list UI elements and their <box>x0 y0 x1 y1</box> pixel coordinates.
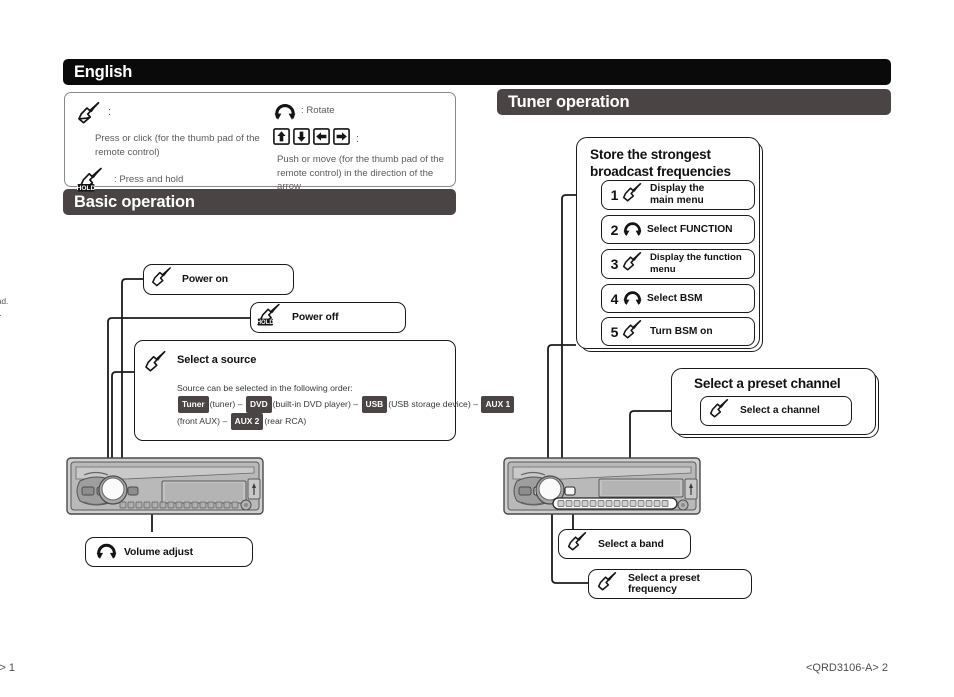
rotate-dial-icon <box>273 99 297 126</box>
hand-press-icon <box>709 398 733 424</box>
arrow-up-icon <box>273 128 290 150</box>
callout-power-on[interactable]: Power on <box>143 264 294 295</box>
step-5-number: 5 <box>610 323 619 340</box>
callout-select-preset-frequency-label: Select a preset frequency <box>628 573 700 595</box>
hand-press-icon <box>567 531 591 557</box>
group-title-bsm-line1: Store the strongest <box>590 147 711 162</box>
source-dash-4: – <box>222 415 228 426</box>
step-row-3[interactable]: 3 Display the function menu <box>601 249 755 279</box>
margin-note-clipped: nidad. OM. <box>0 296 46 320</box>
group-title-preset-channel: Select a preset channel <box>694 376 841 391</box>
legend-box: : Press or click (for the thumb pad of t… <box>64 92 456 192</box>
section-header-english: English <box>63 59 891 85</box>
hand-press-hold-icon: HOLD <box>257 303 288 332</box>
margin-note-line1: nidad. <box>0 297 9 306</box>
source-order-body: Source can be selected in the following … <box>177 381 529 430</box>
legend-rotate-text: : Rotate <box>301 105 335 116</box>
hand-press-icon <box>77 101 105 130</box>
legend-press-text: Press or click (for the thumb pad of the… <box>95 133 260 158</box>
source-desc-tuner: (tuner) <box>209 398 236 409</box>
step-row-5[interactable]: 5 Turn BSM on <box>601 317 755 346</box>
arrow-right-icon <box>333 128 350 150</box>
source-dash-2: – <box>353 398 359 409</box>
rotate-dial-icon <box>622 287 643 311</box>
legend-column-left: : Press or click (for the thumb pad of t… <box>77 101 262 198</box>
chip-aux2: AUX 2 <box>230 412 264 430</box>
hand-press-icon <box>144 350 171 378</box>
step-5-label: Turn BSM on <box>650 325 713 337</box>
svg-text:HOLD: HOLD <box>257 320 274 326</box>
legend-arrows-colon: : <box>356 132 360 145</box>
step-4-label: Select BSM <box>647 292 703 304</box>
manual-page: English Basic operation Tuner operation … <box>0 0 954 697</box>
callout-select-band[interactable]: Select a band <box>558 529 691 559</box>
rotate-dial-icon <box>622 218 643 242</box>
callout-select-source-title: Select a source <box>177 354 257 366</box>
source-dash-1: – <box>237 398 243 409</box>
step-row-4[interactable]: 4 Select BSM <box>601 284 755 313</box>
step-2-number: 2 <box>610 221 619 238</box>
arrow-down-icon <box>293 128 310 150</box>
source-desc-usb: (USB storage device) <box>388 398 471 409</box>
callout-select-band-label: Select a band <box>598 538 664 550</box>
rotate-dial-icon <box>95 539 118 565</box>
step-row-2[interactable]: 2 Select FUNCTION <box>601 215 755 244</box>
legend-press-row: : <box>77 101 262 130</box>
head-unit-illustration-left <box>66 457 264 515</box>
chip-dvd: DVD <box>245 395 272 413</box>
hand-press-icon <box>597 571 621 597</box>
chip-tuner: Tuner <box>178 395 209 413</box>
step-1-label: Display the main menu <box>650 183 705 206</box>
group-title-bsm: Store the strongest broadcast frequencie… <box>590 146 755 180</box>
legend-arrow-row: : <box>273 128 451 150</box>
legend-column-right: : Rotate: Push or move (for the thumb p… <box>273 99 451 194</box>
hand-press-icon <box>151 266 176 293</box>
source-dash-3: – <box>473 398 479 409</box>
margin-note-line2: OM. <box>0 308 46 320</box>
section-header-tuner-operation: Tuner operation <box>497 89 891 115</box>
step-3-number: 3 <box>610 256 619 272</box>
step-4-number: 4 <box>610 290 619 307</box>
callout-power-off-label: Power off <box>292 312 339 323</box>
callout-select-channel-label: Select a channel <box>740 405 820 417</box>
source-order-intro: Source can be selected in the following … <box>177 383 353 393</box>
step-row-1[interactable]: 1 Display the main menu <box>601 180 755 210</box>
source-desc-dvd: (built-in DVD player) <box>272 398 351 409</box>
section-header-tuner-operation-label: Tuner operation <box>508 92 630 111</box>
callout-power-off[interactable]: HOLD Power off <box>250 302 406 333</box>
callout-select-source[interactable]: Select a source Source can be selected i… <box>134 340 515 441</box>
arrow-left-icon <box>313 128 330 150</box>
step-1-number: 1 <box>610 187 619 203</box>
step-2-label: Select FUNCTION <box>647 223 733 235</box>
hand-press-icon <box>622 182 646 208</box>
step-3-label: Display the function menu <box>650 252 742 275</box>
legend-hold-row: HOLD : Press and hold <box>77 167 262 198</box>
section-header-english-label: English <box>74 62 133 81</box>
legend-press-colon: : <box>108 106 112 118</box>
hand-press-hold-icon: HOLD <box>77 167 111 198</box>
group-title-bsm-line2: broadcast frequencies <box>590 164 731 179</box>
callout-select-preset-frequency[interactable]: Select a preset frequency <box>588 569 752 599</box>
hand-press-icon <box>622 319 646 345</box>
head-unit-illustration-right <box>503 457 701 515</box>
chip-aux1: AUX 1 <box>481 395 515 413</box>
callout-select-channel[interactable]: Select a channel <box>700 396 852 426</box>
svg-text:HOLD: HOLD <box>77 185 96 192</box>
callout-power-on-label: Power on <box>182 274 228 285</box>
footer-left: A> 1 <box>0 662 15 674</box>
source-desc-aux2: (rear RCA) <box>264 415 307 426</box>
footer-right: <QRD3106-A> 2 <box>806 662 888 674</box>
source-desc-aux1: (front AUX) <box>177 415 220 426</box>
callout-volume-adjust-label: Volume adjust <box>124 546 193 558</box>
source-order-list: Tuner (tuner) – DVD (built-in DVD player) … <box>177 395 529 430</box>
hand-press-icon <box>622 251 646 277</box>
callout-volume-adjust[interactable]: Volume adjust <box>85 537 253 567</box>
legend-arrows-text: Push or move (for the thumb pad of the r… <box>277 154 444 192</box>
legend-hold-text: : Press and hold <box>114 174 184 185</box>
legend-rotate-row: : Rotate <box>273 99 451 126</box>
chip-usb: USB <box>361 395 388 413</box>
